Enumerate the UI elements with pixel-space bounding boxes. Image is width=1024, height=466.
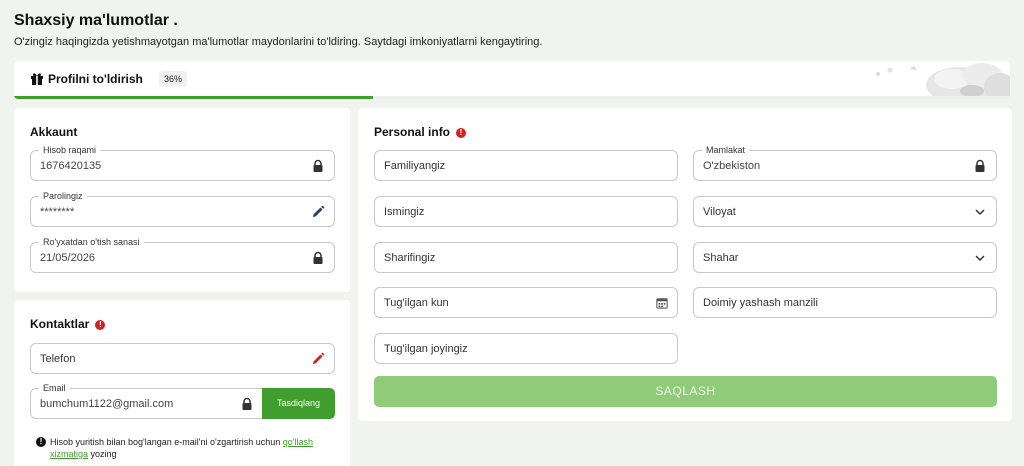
birth-date-input[interactable]: Tug'ilgan kun <box>374 287 678 318</box>
page-subtitle: O'zingiz haqingizda yetishmayotgan ma'lu… <box>14 36 543 48</box>
password-value: ******** <box>40 206 75 218</box>
progress-percent-badge: 36% <box>159 71 188 87</box>
account-number-value: 1676420135 <box>40 160 102 172</box>
patronymic-input[interactable]: Sharifingiz <box>374 242 678 273</box>
account-number-label: Hisob raqami <box>39 144 101 156</box>
country-label: Mamlakat <box>702 144 750 156</box>
patronymic-placeholder: Sharifingiz <box>384 252 436 264</box>
region-select[interactable]: Viloyat <box>693 196 997 227</box>
gift-icon <box>31 73 43 85</box>
progress-label: Profilni to'ldirish <box>48 72 143 86</box>
info-icon: ! <box>36 437 46 447</box>
password-label: Parolingiz <box>39 190 87 202</box>
lock-icon <box>975 159 985 172</box>
birth-place-placeholder: Tug'ilgan joyingiz <box>384 343 468 355</box>
registration-date-field: Ro'yxatdan o'tish sanasi 21/05/2026 <box>30 236 335 273</box>
personal-info-title-text: Personal info <box>374 125 451 139</box>
registration-date-value: 21/05/2026 <box>40 252 96 264</box>
pencil-icon[interactable] <box>311 205 325 219</box>
pencil-icon[interactable] <box>311 352 325 366</box>
password-field[interactable]: Parolingiz ******** <box>30 190 335 227</box>
note-text: Hisob yuritish bilan bog'langan e-mail'n… <box>50 437 283 447</box>
account-title: Akkaunt <box>30 125 78 139</box>
chevron-down-icon <box>975 255 985 262</box>
contacts-title-text: Kontaktlar <box>30 317 90 331</box>
phone-input[interactable]: Telefon <box>30 343 335 374</box>
surname-input[interactable]: Familiyangiz <box>374 150 678 181</box>
address-input[interactable]: Doimiy yashash manzili <box>693 287 997 318</box>
city-select[interactable]: Shahar <box>693 242 997 273</box>
calendar-icon[interactable] <box>656 297 668 309</box>
lock-icon <box>313 159 323 172</box>
country-field: Mamlakat O'zbekiston <box>693 144 997 181</box>
note-suffix: yozing <box>88 449 117 459</box>
progress-track <box>14 96 1010 99</box>
lock-icon <box>242 397 252 410</box>
city-placeholder: Shahar <box>703 252 739 264</box>
email-value: bumchum1122@gmail.com <box>40 398 174 410</box>
save-button[interactable]: SAQLASH <box>374 376 997 407</box>
address-placeholder: Doimiy yashash manzili <box>703 297 818 309</box>
registration-date-label: Ro'yxatdan o'tish sanasi <box>39 236 144 248</box>
chevron-down-icon <box>975 209 985 216</box>
page-title: Shaxsiy ma'lumotlar . <box>14 12 178 29</box>
email-change-note-text: Hisob yuritish bilan bog'langan e-mail'n… <box>36 436 336 460</box>
confirm-email-button[interactable]: Tasdiqlang <box>262 388 335 419</box>
account-card: Akkaunt Hisob raqami 1676420135 Paroling… <box>14 108 350 292</box>
birth-date-placeholder: Tug'ilgan kun <box>384 297 449 309</box>
contacts-title: Kontaktlar! <box>30 317 106 331</box>
profile-progress-card: Profilni to'ldirish 36% <box>14 61 1010 99</box>
region-placeholder: Viloyat <box>703 206 736 218</box>
country-value: O'zbekiston <box>703 160 761 172</box>
account-number-field: Hisob raqami 1676420135 <box>30 144 335 181</box>
progress-fill <box>14 96 373 99</box>
email-label: Email <box>39 382 70 394</box>
personal-info-title: Personal info! <box>374 125 467 139</box>
alert-icon: ! <box>456 128 467 138</box>
phone-placeholder: Telefon <box>40 353 76 365</box>
email-field: Email bumchum1122@gmail.com <box>30 382 264 419</box>
email-change-note: ! Hisob yuritish bilan bog'langan e-mail… <box>36 436 336 460</box>
alert-icon: ! <box>95 320 106 330</box>
birth-place-input[interactable]: Tug'ilgan joyingiz <box>374 333 678 364</box>
decorative-pillow-image <box>876 63 1010 99</box>
name-placeholder: Ismingiz <box>384 206 425 218</box>
lock-icon <box>313 251 323 264</box>
surname-placeholder: Familiyangiz <box>384 160 446 172</box>
name-input[interactable]: Ismingiz <box>374 196 678 227</box>
